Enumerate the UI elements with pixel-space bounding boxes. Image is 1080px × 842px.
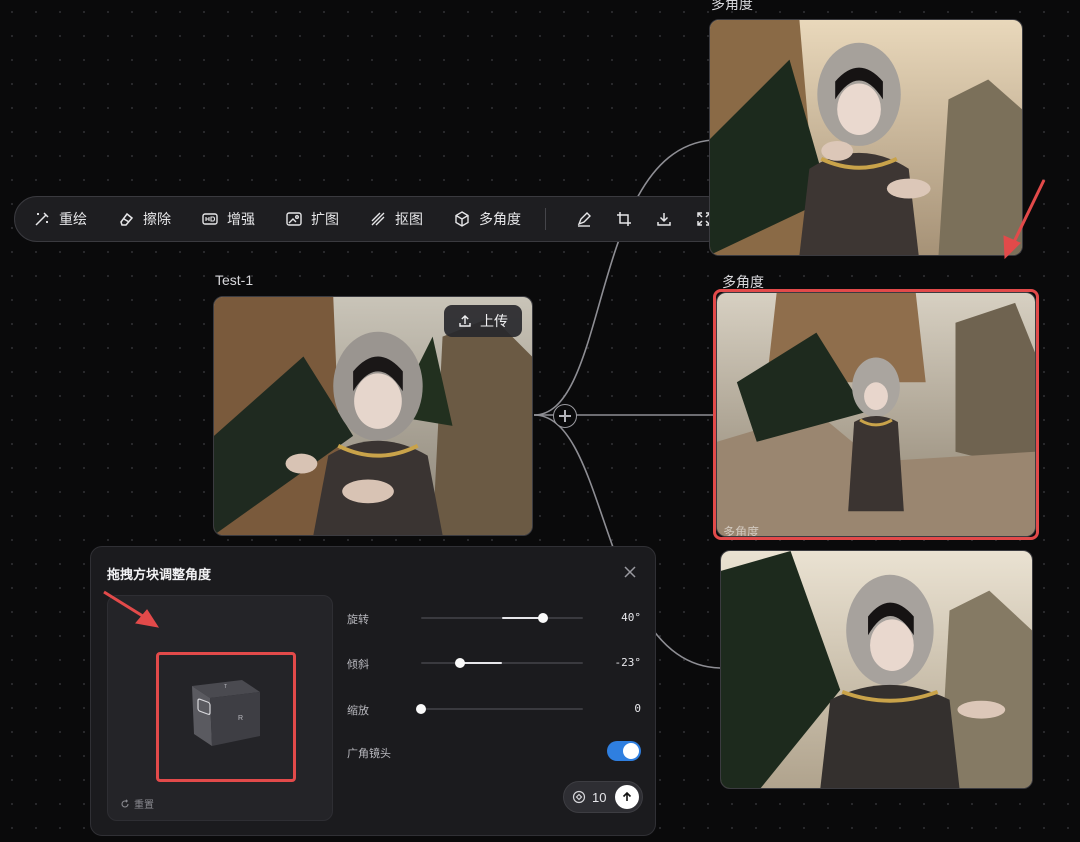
multi-angle-icon: [453, 210, 471, 228]
angle-preview-area[interactable]: R T 重置: [107, 595, 333, 821]
zoom-slider[interactable]: [416, 704, 583, 714]
repaint-icon: [33, 210, 51, 228]
credit-count: 10: [592, 789, 607, 805]
brush-icon: [577, 212, 591, 227]
cutout-icon: [369, 210, 387, 228]
reset-button[interactable]: 重置: [120, 796, 154, 811]
upload-label: 上传: [480, 313, 508, 329]
expand-image-icon: [285, 210, 303, 228]
panel-title: 拖拽方块调整角度: [107, 567, 212, 582]
source-image-card[interactable]: 上传: [213, 296, 533, 536]
wide-angle-label: 广角镜头: [347, 748, 391, 760]
source-card-title: Test-1: [215, 272, 254, 288]
toolbar-crop-button[interactable]: [604, 197, 644, 241]
toggle-knob: [623, 743, 639, 759]
rotate-slider-thumb[interactable]: [537, 613, 548, 623]
rotate-slider-fill: [502, 617, 543, 619]
toolbar-erase-label: 擦除: [143, 211, 171, 227]
generate-submit-button[interactable]: [615, 785, 639, 809]
tilt-slider-thumb[interactable]: [454, 658, 465, 668]
credits-icon: [572, 790, 586, 804]
toolbar-multi-angle-label: 多角度: [479, 211, 521, 227]
image-toolbar: 重绘 擦除 增强 扩图 抠图 多角度: [14, 196, 730, 242]
result-image-card-1[interactable]: [709, 19, 1023, 256]
result-image-1: [710, 20, 1022, 255]
angle-adjust-panel: 拖拽方块调整角度 R T 重置 旋转 40° 倾斜 -23° 缩放 0 广角镜头: [90, 546, 656, 836]
eraser-icon: [117, 210, 135, 228]
toolbar-multi-angle-button[interactable]: 多角度: [453, 197, 521, 241]
zoom-value: 0: [634, 702, 641, 715]
reset-icon: [121, 798, 129, 808]
result-image-card-3[interactable]: [720, 550, 1033, 789]
arrow-up-icon: [622, 791, 632, 801]
upload-icon: [459, 315, 471, 327]
tilt-slider[interactable]: [421, 658, 583, 668]
result-1-title: 多角度: [711, 0, 753, 12]
angle-cube-handle[interactable]: R T: [180, 676, 264, 748]
svg-text:T: T: [224, 684, 227, 690]
rotate-slider[interactable]: [421, 613, 583, 623]
wide-angle-toggle[interactable]: [607, 741, 641, 761]
download-icon: [657, 213, 671, 226]
toolbar-divider: [545, 208, 546, 230]
rotate-value: 40°: [621, 611, 641, 624]
tilt-value: -23°: [614, 656, 642, 669]
hd-enhance-icon: [201, 210, 219, 228]
toolbar-repaint-button[interactable]: 重绘: [33, 197, 87, 241]
toolbar-enhance-button[interactable]: 增强: [201, 197, 255, 241]
toolbar-cutout-label: 抠图: [395, 211, 423, 227]
svg-text:R: R: [238, 715, 243, 722]
crop-icon: [617, 212, 631, 226]
generate-control: 10: [563, 781, 643, 813]
toolbar-expand-label: 扩图: [311, 211, 339, 227]
selected-result-frame: [713, 289, 1039, 540]
toolbar-brush-button[interactable]: [564, 197, 604, 241]
result-image-3: [721, 551, 1032, 788]
close-icon[interactable]: [621, 563, 639, 581]
zoom-slider-thumb[interactable]: [416, 704, 426, 714]
toolbar-download-button[interactable]: [644, 197, 684, 241]
toolbar-expand-button[interactable]: 扩图: [285, 197, 339, 241]
upload-button[interactable]: 上传: [444, 305, 522, 337]
tilt-label: 倾斜: [347, 659, 369, 671]
branch-hub-icon[interactable]: [553, 404, 577, 428]
toolbar-repaint-label: 重绘: [59, 211, 87, 227]
toolbar-erase-button[interactable]: 擦除: [117, 197, 171, 241]
toolbar-cutout-button[interactable]: 抠图: [369, 197, 423, 241]
rotate-label: 旋转: [347, 614, 369, 626]
toolbar-enhance-label: 增强: [227, 211, 255, 227]
reset-label: 重置: [134, 800, 154, 811]
zoom-label: 缩放: [347, 705, 369, 717]
tilt-slider-fill: [459, 662, 502, 664]
